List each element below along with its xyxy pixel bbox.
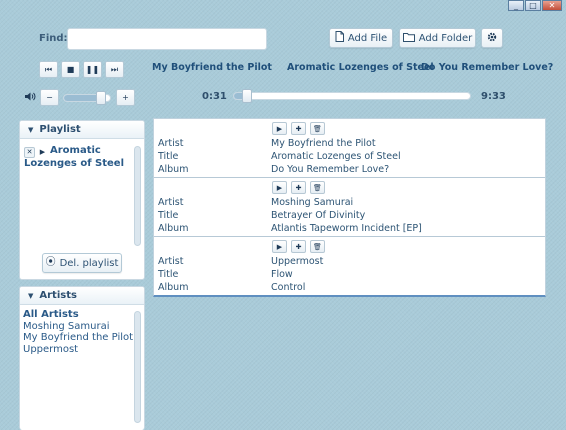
track-album: Control [271, 282, 306, 293]
add-to-playlist-button[interactable]: ✚ [291, 181, 306, 194]
plus-icon: ✚ [295, 242, 302, 251]
add-to-playlist-button[interactable]: ✚ [291, 240, 306, 253]
track-artist: My Boyfriend the Pilot [271, 138, 376, 149]
delete-playlist-button[interactable]: ⦿ Del. playlist [42, 253, 122, 273]
artist-label: Artist [158, 197, 184, 208]
close-button[interactable]: ✕ [542, 0, 562, 11]
volume-slider[interactable] [63, 91, 111, 105]
volume-thumb[interactable] [95, 91, 106, 105]
window-controls: _ □ ✕ [508, 0, 562, 11]
title-label: Title [158, 210, 179, 221]
trash-icon: 🗑 [313, 183, 322, 192]
elapsed-time: 0:31 [202, 91, 227, 102]
minus-icon: − [46, 93, 53, 102]
stop-button[interactable]: ■ [61, 61, 80, 78]
track-title: Aromatic Lozenges of Steel [271, 151, 401, 162]
play-icon[interactable]: ▶ [37, 147, 48, 158]
artists-panel: ▼ Artists All Artists Moshing Samurai My… [19, 286, 145, 430]
previous-button[interactable]: ⏮ [39, 61, 58, 78]
track-list: ▶ ✚ 🗑 Artist My Boyfriend the Pilot Titl… [153, 118, 546, 297]
delete-track-button[interactable]: 🗑 [310, 240, 325, 253]
track-artist: Moshing Samurai [271, 197, 354, 208]
now-playing-artist: My Boyfriend the Pilot [152, 62, 272, 73]
album-label: Album [158, 164, 189, 175]
artists-header[interactable]: ▼ Artists [20, 287, 144, 305]
artists-title: Artists [39, 290, 77, 301]
playlist-panel: ▼ Playlist ✕ ▶ Aromatic Lozenges of Steel … [19, 120, 145, 280]
now-playing-album: Do You Remember Love? [421, 62, 554, 73]
seek-thumb[interactable] [241, 89, 252, 103]
speaker-icon [25, 92, 36, 103]
plus-icon: ✚ [295, 183, 302, 192]
folder-icon [402, 32, 415, 45]
title-label: Title [158, 151, 179, 162]
artist-item[interactable]: Moshing Samurai [23, 321, 133, 333]
collapse-arrow-icon: ▼ [28, 291, 34, 300]
track-album: Do You Remember Love? [271, 164, 390, 175]
artist-label: Artist [158, 138, 184, 149]
delete-playlist-label: Del. playlist [59, 257, 119, 269]
mute-button[interactable] [21, 89, 40, 106]
playlist-scrollbar[interactable] [134, 146, 141, 246]
track-entry[interactable]: ▶ ✚ 🗑 Artist My Boyfriend the Pilot Titl… [154, 119, 545, 178]
add-folder-button[interactable]: Add Folder [399, 28, 476, 48]
album-label: Album [158, 282, 189, 293]
find-input[interactable] [67, 28, 267, 50]
track-album: Atlantis Tapeworm Incident [EP] [271, 223, 422, 234]
artists-scrollbar[interactable] [134, 311, 141, 423]
track-title: Flow [271, 269, 293, 280]
next-button[interactable]: ⏭ [105, 61, 124, 78]
minimize-button[interactable]: _ [508, 0, 524, 11]
next-icon: ⏭ [110, 64, 119, 74]
now-playing-title: Aromatic Lozenges of Steel [287, 62, 434, 73]
add-file-button[interactable]: Add File [329, 28, 393, 48]
artist-item[interactable]: All Artists [23, 309, 133, 321]
artist-item[interactable]: My Boyfriend the Pilot [23, 332, 133, 344]
settings-button[interactable] [481, 28, 503, 48]
artists-list: All Artists Moshing Samurai My Boyfriend… [23, 309, 133, 355]
play-icon: ▶ [276, 124, 283, 133]
delete-track-button[interactable]: 🗑 [310, 122, 325, 135]
add-folder-label[interactable]: Add Folder [419, 33, 472, 44]
seek-slider[interactable] [233, 89, 471, 103]
total-time: 9:33 [481, 91, 506, 102]
remove-icon[interactable]: ✕ [24, 146, 35, 158]
add-file-label: Add File [347, 32, 388, 44]
playlist-title: Playlist [39, 124, 81, 135]
volume-up-button[interactable]: + [116, 89, 135, 106]
title-label: Title [158, 269, 179, 280]
play-track-button[interactable]: ▶ [272, 122, 287, 135]
play-icon: ▶ [276, 183, 283, 192]
file-icon [335, 31, 344, 45]
artist-label: Artist [158, 256, 184, 267]
playlist-item[interactable]: ✕ ▶ Aromatic Lozenges of Steel [24, 145, 136, 170]
track-title: Betrayer Of Divinity [271, 210, 366, 221]
previous-icon: ⏮ [44, 64, 53, 74]
play-track-button[interactable]: ▶ [272, 240, 287, 253]
gear-icon [487, 32, 497, 45]
album-label: Album [158, 223, 189, 234]
plus-icon: + [122, 93, 129, 102]
trash-icon: 🗑 [313, 124, 322, 133]
track-entry[interactable]: ▶ ✚ 🗑 Artist Uppermost Title Flow Album … [154, 237, 545, 296]
stop-icon: ■ [66, 65, 75, 74]
playlist-header[interactable]: ▼ Playlist [20, 121, 144, 139]
plus-icon: ✚ [295, 124, 302, 133]
maximize-button[interactable]: □ [525, 0, 541, 11]
record-icon: ⦿ [45, 257, 56, 268]
trash-icon: 🗑 [313, 242, 322, 251]
play-track-button[interactable]: ▶ [272, 181, 287, 194]
pause-button[interactable]: ❚❚ [83, 61, 102, 78]
pause-icon: ❚❚ [85, 65, 100, 74]
delete-track-button[interactable]: 🗑 [310, 181, 325, 194]
artist-item[interactable]: Uppermost [23, 344, 133, 356]
track-artist: Uppermost [271, 256, 324, 267]
volume-down-button[interactable]: − [40, 89, 59, 106]
track-entry[interactable]: ▶ ✚ 🗑 Artist Moshing Samurai Title Betra… [154, 178, 545, 237]
find-label: Find: [39, 33, 68, 44]
play-icon: ▶ [276, 242, 283, 251]
add-to-playlist-button[interactable]: ✚ [291, 122, 306, 135]
collapse-arrow-icon: ▼ [28, 125, 34, 134]
